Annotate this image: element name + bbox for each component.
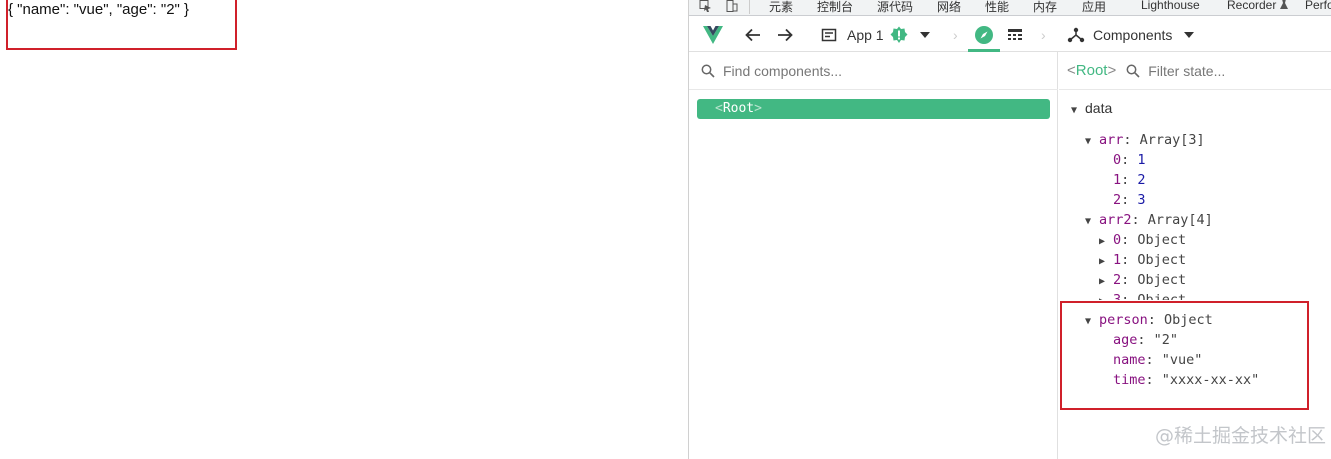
warning-badge-icon (890, 26, 908, 43)
breadcrumb-separator-icon: › (1041, 26, 1046, 43)
tab-divider (749, 0, 750, 14)
tab-console[interactable]: 控制台 (817, 0, 853, 15)
tab-elements[interactable]: 元素 (769, 0, 793, 15)
components-inspector-icon[interactable] (975, 17, 993, 52)
state-row-arr2-item[interactable]: ▶ 0: Object (1099, 230, 1186, 250)
back-arrow-icon[interactable] (745, 17, 761, 52)
state-row-arr-item: 1: 2 (1113, 172, 1146, 188)
state-row-arr-item: 2: 3 (1113, 192, 1146, 208)
components-selector[interactable]: Components (1067, 17, 1195, 52)
state-header: <Root> (1059, 52, 1331, 90)
tab-application[interactable]: 应用 (1082, 0, 1106, 15)
state-row-arr-item: 0: 1 (1113, 152, 1146, 168)
window-icon (821, 28, 837, 41)
caret-right-icon: ▶ (1099, 276, 1106, 287)
tab-memory[interactable]: 内存 (1033, 0, 1057, 15)
state-row-arr2-item[interactable]: ▶ 1: Object (1099, 250, 1186, 270)
vue-logo-icon (703, 17, 723, 52)
data-section-header[interactable]: ▼ data (1071, 98, 1112, 118)
root-component-label: Root (722, 101, 755, 116)
search-icon (1126, 64, 1140, 78)
inspect-element-icon[interactable] (699, 0, 712, 12)
vue-devtools-toolbar: App 1 › › Components (689, 17, 1331, 52)
annotation-box-person (1060, 301, 1309, 410)
watermark: @稀土掘金技术社区 (1155, 425, 1327, 447)
breadcrumb-separator-icon: › (953, 26, 958, 43)
devtools-tab-bar: 元素 控制台 源代码 网络 性能 内存 应用 Lighthouse Record… (689, 0, 1331, 16)
caret-down-icon: ▼ (1085, 136, 1092, 147)
component-tree-icon (1067, 27, 1085, 42)
tab-lighthouse[interactable]: Lighthouse (1141, 0, 1200, 12)
tab-network[interactable]: 网络 (937, 0, 961, 15)
tab-sources[interactable]: 源代码 (877, 0, 913, 15)
caret-down-icon: ▼ (1085, 216, 1092, 227)
chevron-down-icon (919, 31, 930, 38)
find-components-bar (689, 52, 1058, 90)
state-row-arr2-item[interactable]: ▶3: Object (1099, 290, 1186, 300)
component-tree-pane: <Root> (689, 52, 1058, 459)
page-output: { "name": "vue", "age": "2" } (0, 0, 688, 459)
state-row-arr2-item[interactable]: ▶ 2: Object (1099, 270, 1186, 290)
device-toolbar-icon[interactable] (725, 0, 738, 12)
components-label: Components (1093, 26, 1173, 43)
app-name-label: App 1 (847, 26, 884, 43)
forward-arrow-icon[interactable] (777, 17, 793, 52)
chevron-down-icon (1184, 31, 1195, 38)
tab-performance[interactable]: 性能 (985, 0, 1009, 15)
filter-state-bar (1126, 62, 1259, 79)
annotation-box-output (6, 0, 237, 50)
caret-down-icon: ▼ (1071, 105, 1078, 116)
caret-right-icon: ▶ (1099, 236, 1106, 247)
search-icon (701, 64, 715, 78)
root-component-item[interactable]: <Root> (697, 99, 1050, 119)
caret-right-icon: ▶ (1099, 292, 1113, 300)
selected-component-tag: <Root> (1067, 62, 1117, 79)
app-selector[interactable]: App 1 (821, 17, 930, 52)
tab-recorder[interactable]: Recorder (1227, 0, 1276, 12)
recorder-flask-icon (1280, 0, 1288, 9)
caret-right-icon: ▶ (1099, 256, 1106, 267)
state-row-arr[interactable]: ▼ arr: Array[3] (1085, 130, 1205, 150)
state-row-arr2[interactable]: ▼ arr2: Array[4] (1085, 210, 1213, 230)
tab-performance-insights[interactable]: Perfo (1305, 0, 1331, 12)
filter-state-input[interactable] (1148, 62, 1259, 79)
find-components-input[interactable] (723, 62, 1003, 79)
timeline-icon[interactable] (1007, 17, 1023, 52)
